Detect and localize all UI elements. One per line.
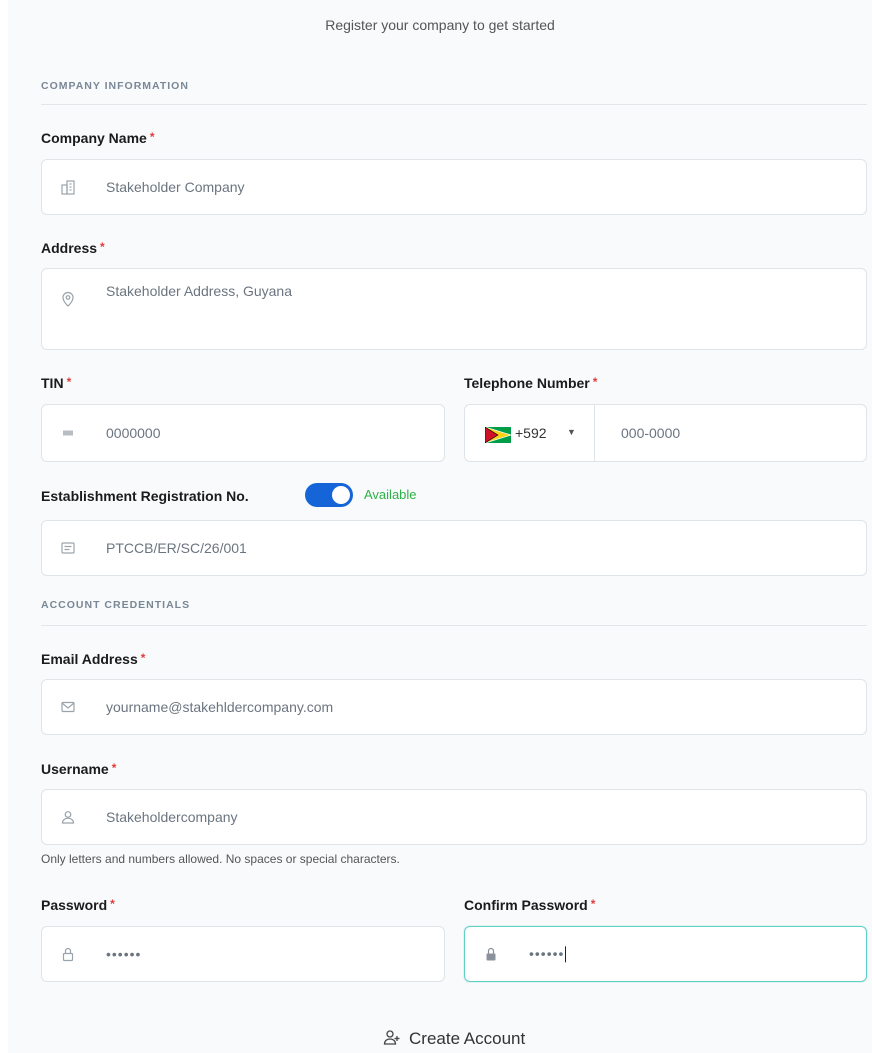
username-label-text: Username <box>41 761 109 777</box>
password-label-text: Password <box>41 897 108 913</box>
confirm-password-label-text: Confirm Password <box>464 897 588 913</box>
country-code-value: +592 <box>515 425 547 441</box>
username-label: Username * <box>41 761 116 777</box>
username-input[interactable]: Stakeholdercompany <box>41 789 867 845</box>
required-mark: * <box>140 651 146 665</box>
toggle-knob <box>332 486 350 504</box>
section-title-credentials: ACCOUNT CREDENTIALS <box>41 599 191 611</box>
document-icon <box>60 540 76 556</box>
email-label: Email Address * <box>41 651 145 667</box>
create-account-button[interactable]: Create Account <box>383 1027 525 1051</box>
company-name-label: Company Name * <box>41 130 154 146</box>
section-divider <box>41 104 867 105</box>
email-input[interactable]: yourname@stakehldercompany.com <box>41 679 867 735</box>
username-value: Stakeholdercompany <box>106 809 238 825</box>
create-account-label: Create Account <box>409 1029 526 1048</box>
password-label: Password * <box>41 897 115 913</box>
establishment-label-text: Establishment Registration No. <box>41 488 249 504</box>
establishment-status: Available <box>364 487 417 502</box>
tin-input[interactable]: 0000000 <box>41 404 445 462</box>
telephone-label: Telephone Number * <box>464 375 597 391</box>
establishment-toggle[interactable] <box>305 483 353 507</box>
establishment-input[interactable]: PTCCB/ER/SC/26/001 <box>41 520 867 576</box>
company-name-label-text: Company Name <box>41 130 147 146</box>
telephone-placeholder: 000-0000 <box>621 425 681 441</box>
page-subtitle: Register your company to get started <box>325 17 555 33</box>
confirm-password-input[interactable]: •••••• <box>464 926 867 982</box>
telephone-input[interactable]: 000-0000 <box>594 404 867 462</box>
country-code-select[interactable]: +592 ▼ <box>464 404 594 462</box>
address-input[interactable]: Stakeholder Address, Guyana <box>41 268 867 350</box>
id-card-icon <box>60 425 76 441</box>
tin-label: TIN * <box>41 375 71 391</box>
tin-placeholder: 0000000 <box>106 425 161 441</box>
address-label-text: Address <box>41 240 98 256</box>
establishment-value: PTCCB/ER/SC/26/001 <box>106 540 247 556</box>
confirm-password-label: Confirm Password * <box>464 897 595 913</box>
mail-icon <box>60 699 76 715</box>
email-label-text: Email Address <box>41 651 138 667</box>
required-mark: * <box>590 897 596 911</box>
company-name-input[interactable]: Stakeholder Company <box>41 159 867 215</box>
address-label: Address * <box>41 240 105 256</box>
telephone-label-text: Telephone Number <box>464 375 590 391</box>
password-value: •••••• <box>106 946 142 962</box>
section-divider <box>41 625 867 626</box>
required-mark: * <box>66 375 72 389</box>
tin-label-text: TIN <box>41 375 64 391</box>
section-title-company-info: COMPANY INFORMATION <box>41 80 189 92</box>
confirm-password-value: •••••• <box>529 945 567 963</box>
required-mark: * <box>100 240 105 254</box>
required-mark: * <box>110 897 115 911</box>
password-input[interactable]: •••••• <box>41 926 445 982</box>
required-mark: * <box>149 130 155 144</box>
confirm-password-dots: •••••• <box>529 945 565 962</box>
required-mark: * <box>111 761 117 775</box>
address-value: Stakeholder Address, Guyana <box>106 283 293 299</box>
add-user-icon <box>383 1028 401 1051</box>
required-mark: * <box>592 375 598 389</box>
chevron-down-icon: ▼ <box>567 427 576 437</box>
company-name-value: Stakeholder Company <box>106 179 245 195</box>
text-cursor <box>565 946 567 963</box>
lock-icon <box>60 946 76 962</box>
user-icon <box>60 809 76 825</box>
lock-filled-icon <box>483 946 499 962</box>
guyana-flag-icon <box>485 427 511 443</box>
email-value: yourname@stakehldercompany.com <box>106 699 334 715</box>
building-icon <box>60 179 76 195</box>
establishment-label: Establishment Registration No. <box>41 488 249 504</box>
username-hint: Only letters and numbers allowed. No spa… <box>41 852 400 866</box>
location-pin-icon <box>60 291 76 307</box>
